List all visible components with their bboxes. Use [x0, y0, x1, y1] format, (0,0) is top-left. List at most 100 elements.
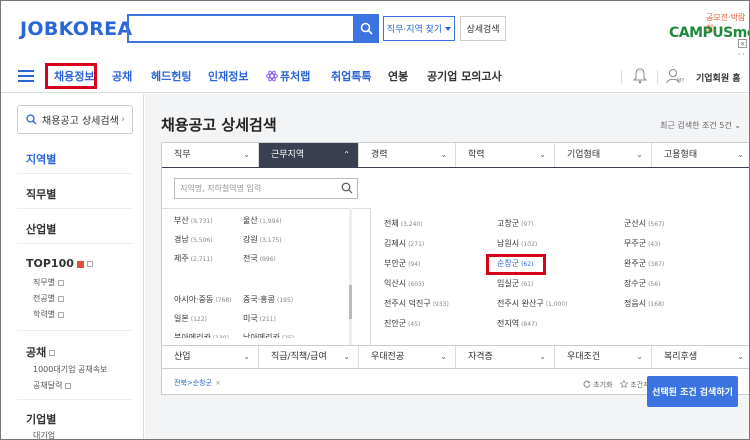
city-item[interactable]: 중국·홍콩 (195) [243, 294, 293, 305]
chevron-down-icon: ⌄ [737, 352, 744, 361]
city-name: 남아메리카 [243, 333, 280, 342]
sidebar-item-top100[interactable]: TOP100 [26, 257, 93, 270]
reset-button[interactable]: 초기화 [583, 380, 613, 390]
tab-region[interactable]: 근무지역 ⌃ [259, 143, 359, 167]
district-item[interactable]: 전지역 (847) [497, 318, 537, 329]
nav-item-gongchae[interactable]: 공채 [112, 68, 132, 84]
city-name: 아시아·중동 [174, 295, 214, 304]
district-item[interactable]: 전체 (3,240) [384, 218, 423, 229]
city-item[interactable]: 제주 (2,711) [174, 253, 213, 264]
chevron-down-icon: ⌄ [440, 352, 447, 361]
district-item[interactable]: 진안군 (45) [384, 318, 420, 329]
city-list-scrollbar[interactable] [349, 208, 352, 346]
sidebar-sub-item[interactable]: 학력별 [33, 309, 65, 320]
sidebar-sub-item[interactable]: 직무별 [33, 277, 65, 288]
tab-certificate[interactable]: 자격증 ⌄ [456, 346, 555, 368]
search-icon[interactable] [341, 182, 353, 194]
tab-job[interactable]: 직무 ⌄ [162, 143, 259, 167]
region-search-input[interactable]: 지역명, 지하철역명 입력 [174, 178, 358, 199]
promo-close-icon[interactable]: × [738, 39, 747, 48]
tab-preferred-conditions[interactable]: 우대조건 ⌄ [555, 346, 652, 368]
nav-item-salary[interactable]: 연봉 [388, 68, 408, 84]
district-name: 정읍시 [624, 299, 647, 308]
chevron-down-icon: ⌄ [636, 352, 643, 361]
detail-search-button[interactable]: 상세검색 [460, 16, 506, 41]
search-input[interactable] [127, 14, 353, 43]
recent-conditions-dropdown[interactable]: 최근 검색한 조건 5건 ⌄ [660, 120, 741, 131]
scrollbar-thumb[interactable] [349, 285, 352, 319]
secondary-filter-tabs: 산업 ⌄ 직급/직책/급여 ⌄ 우대전공 ⌄ 자격증 ⌄ 우대조건 ⌄ 복리후생 ⌄ [162, 345, 749, 369]
sidebar-item-industry[interactable]: 산업별 [26, 221, 56, 237]
tab-industry[interactable]: 산업 ⌄ [162, 346, 259, 368]
sidebar-sub-item[interactable]: 1000대기업 공채속보 [33, 364, 107, 375]
district-name: 임실군 [497, 279, 520, 288]
district-item[interactable]: 전주시 완산구 (1,000) [497, 298, 568, 309]
tab-welfare[interactable]: 복리후생 ⌄ [652, 346, 749, 368]
search-button[interactable] [353, 14, 379, 43]
nav-item-futurelab[interactable]: 퓨처랩 [266, 68, 310, 84]
jobkorea-logo[interactable]: JOBKOREA [20, 18, 132, 40]
tab-position-salary[interactable]: 직급/직책/급여 ⌄ [259, 346, 359, 368]
selected-condition-tag[interactable]: 전북>순창군 × [174, 378, 221, 388]
sidebar-detail-search[interactable]: 채용공고 상세검색 › [17, 105, 133, 134]
district-item[interactable]: 전주시 덕진구 (933) [384, 298, 449, 309]
city-item[interactable]: 아시아·중동 (768) [174, 294, 231, 305]
city-item[interactable]: 경남 (5,506) [174, 234, 213, 245]
district-item[interactable]: 임실군 (61) [497, 278, 533, 289]
district-item[interactable]: 고창군 (97) [497, 218, 533, 229]
district-item[interactable]: 익산시 (603) [384, 278, 424, 289]
city-name: 중국·홍콩 [243, 295, 275, 304]
square-icon [58, 295, 65, 302]
tab-career[interactable]: 경력 ⌄ [359, 143, 456, 167]
search-selected-conditions-button[interactable]: 선택된 조건 검색하기 [647, 376, 738, 407]
district-item[interactable]: 김제시 (271) [384, 238, 424, 249]
city-item[interactable]: 부산 (9,731) [174, 215, 213, 226]
sidebar-sub-item[interactable]: 공채달력 [33, 380, 72, 391]
tab-preferred-major[interactable]: 우대전공 ⌄ [359, 346, 456, 368]
district-item[interactable]: 완주군 (387) [624, 258, 664, 269]
nav-item-headhunting[interactable]: 헤드헌팅 [151, 68, 191, 84]
district-item[interactable]: 정읍시 (168) [624, 298, 664, 309]
city-item[interactable]: 북아메리카 (130) [174, 332, 229, 338]
sidebar-item-job[interactable]: 직무별 [26, 186, 56, 202]
my-page-button[interactable]: MY [665, 67, 685, 85]
city-name: 미국 [243, 314, 258, 323]
sidebar-item-region[interactable]: 지역별 [26, 151, 56, 167]
city-name: 부산 [174, 216, 189, 225]
city-item[interactable]: 울산 (1,994) [243, 215, 282, 226]
district-count: (102) [521, 241, 538, 248]
bell-icon[interactable] [633, 68, 647, 84]
city-item[interactable]: 남아메리카 (25) [243, 332, 294, 342]
district-item[interactable]: 남원시 (102) [497, 238, 537, 249]
job-region-finder-button[interactable]: 직무·지역 찾기 [383, 16, 455, 41]
tab-education[interactable]: 학력 ⌄ [456, 143, 555, 167]
city-item[interactable]: 일본 (122) [174, 313, 207, 324]
district-name: 전주시 덕진구 [384, 299, 431, 308]
corp-member-home-link[interactable]: 기업회원 홈 [696, 71, 741, 84]
sidebar-sub-label: 대기업 [33, 431, 56, 440]
tab-company-type[interactable]: 기업형태 ⌄ [555, 143, 652, 167]
nav-item-talent[interactable]: 인재정보 [208, 68, 248, 84]
hamburger-menu-icon[interactable] [18, 70, 34, 82]
sidebar-item-gongchae[interactable]: 공채 [26, 344, 56, 360]
sidebar-item-company[interactable]: 기업별 [26, 411, 56, 427]
district-item[interactable]: 부안군 (94) [384, 258, 420, 269]
district-item[interactable]: 군산시 (567) [624, 218, 664, 229]
detail-search-panel: 직무 ⌄ 근무지역 ⌃ 경력 ⌄ 학력 ⌄ 기업형태 ⌄ 고용형태 ⌄ 지역명, 지하철역명… [161, 142, 749, 395]
city-item[interactable]: 미국 (211) [243, 313, 276, 324]
close-icon[interactable]: × [215, 379, 221, 387]
chevron-down-icon: ⌄ [737, 150, 744, 159]
sidebar-sub-item[interactable]: 대기업 [33, 430, 56, 440]
nav-divider [657, 70, 658, 84]
nav-item-mock-exam[interactable]: 공기업 모의고사 [427, 68, 502, 84]
promo-arrows[interactable]: ‹ › [738, 51, 745, 58]
chevron-down-icon: ⌄ [440, 150, 447, 159]
tab-employment-type[interactable]: 고용형태 ⌄ [652, 143, 749, 167]
district-item[interactable]: 장수군 (56) [624, 278, 660, 289]
city-item[interactable]: 강원 (3,175) [243, 234, 282, 245]
sidebar-sub-item[interactable]: 전공별 [33, 293, 65, 304]
city-item[interactable]: 전국 (996) [243, 253, 276, 264]
nav-item-talk[interactable]: 취업톡톡 [331, 68, 371, 84]
district-item[interactable]: 무주군 (43) [624, 238, 660, 249]
tab-certificate-label: 자격증 [468, 352, 493, 362]
